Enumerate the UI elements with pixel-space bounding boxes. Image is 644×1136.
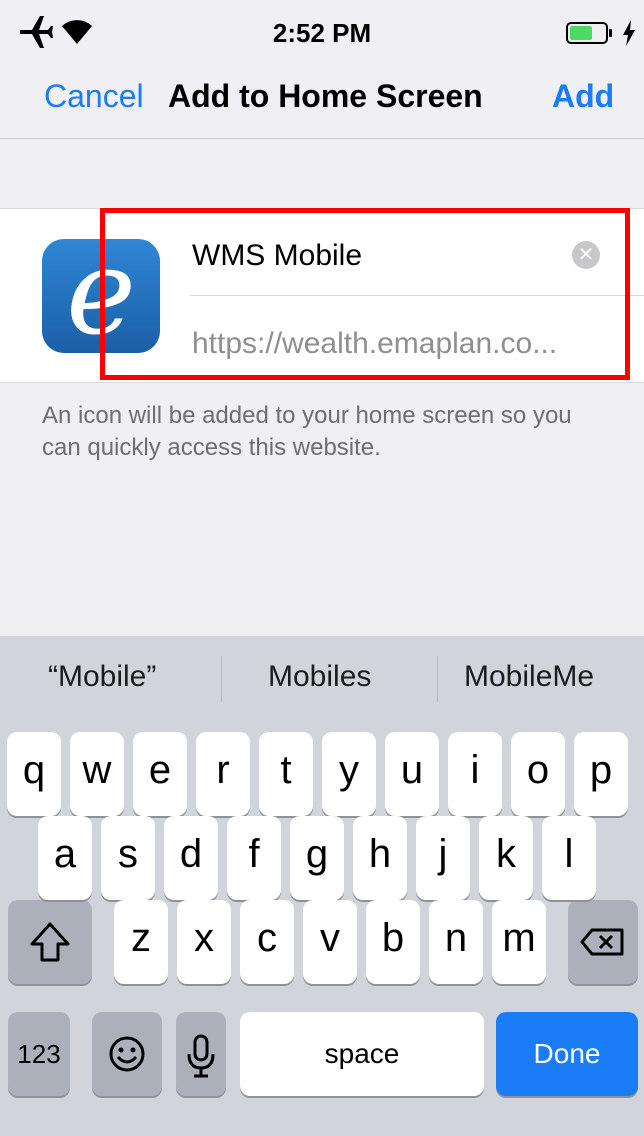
key-t[interactable]: t xyxy=(259,732,313,816)
status-time: 2:52 PM xyxy=(272,18,372,48)
key-d[interactable]: d xyxy=(164,816,218,900)
suggestion-divider xyxy=(437,656,438,702)
dictation-key[interactable] xyxy=(176,1012,226,1096)
microphone-icon xyxy=(187,1034,215,1078)
description-text: An icon will be added to your home scree… xyxy=(42,402,572,461)
key-h[interactable]: h xyxy=(353,816,407,900)
key-o[interactable]: o xyxy=(511,732,565,816)
key-w[interactable]: w xyxy=(70,732,124,816)
key-a[interactable]: a xyxy=(38,816,92,900)
key-q[interactable]: q xyxy=(7,732,61,816)
key-p[interactable]: p xyxy=(574,732,628,816)
highlight-box xyxy=(100,208,630,380)
key-s[interactable]: s xyxy=(101,816,155,900)
backspace-icon xyxy=(580,928,624,956)
key-m[interactable]: m xyxy=(492,900,546,984)
cancel-button[interactable]: Cancel xyxy=(44,78,144,115)
emoji-icon xyxy=(109,1036,145,1072)
key-y[interactable]: y xyxy=(322,732,376,816)
suggestion-1[interactable]: “Mobile” xyxy=(48,660,156,694)
suggestion-2[interactable]: Mobiles xyxy=(268,660,371,694)
key-k[interactable]: k xyxy=(479,816,533,900)
key-g[interactable]: g xyxy=(290,816,344,900)
key-u[interactable]: u xyxy=(385,732,439,816)
numbers-key[interactable]: 123 xyxy=(8,1012,70,1096)
key-e[interactable]: e xyxy=(133,732,187,816)
battery-icon xyxy=(566,22,612,44)
key-b[interactable]: b xyxy=(366,900,420,984)
key-j[interactable]: j xyxy=(416,816,470,900)
key-i[interactable]: i xyxy=(448,732,502,816)
key-r[interactable]: r xyxy=(196,732,250,816)
key-f[interactable]: f xyxy=(227,816,281,900)
charging-bolt-icon xyxy=(623,20,635,46)
key-c[interactable]: c xyxy=(240,900,294,984)
delete-key[interactable] xyxy=(568,900,638,984)
key-x[interactable]: x xyxy=(177,900,231,984)
key-n[interactable]: n xyxy=(429,900,483,984)
key-l[interactable]: l xyxy=(542,816,596,900)
emoji-key[interactable] xyxy=(92,1012,162,1096)
suggestion-bar: “Mobile” Mobiles MobileMe xyxy=(0,636,644,722)
add-button[interactable]: Add xyxy=(552,78,614,115)
suggestion-divider xyxy=(221,656,222,702)
status-bar: 2:52 PM xyxy=(0,0,644,62)
shift-icon xyxy=(30,922,70,962)
done-key[interactable]: Done xyxy=(496,1012,638,1096)
suggestion-3[interactable]: MobileMe xyxy=(464,660,594,694)
page-title: Add to Home Screen xyxy=(168,78,483,114)
key-z[interactable]: z xyxy=(114,900,168,984)
shift-key[interactable] xyxy=(8,900,92,984)
key-v[interactable]: v xyxy=(303,900,357,984)
space-key[interactable]: space xyxy=(240,1012,484,1096)
navigation-bar: Cancel Add to Home Screen Add xyxy=(0,62,644,139)
keyboard: “Mobile” Mobiles MobileMe 123 space Done… xyxy=(0,636,644,1136)
